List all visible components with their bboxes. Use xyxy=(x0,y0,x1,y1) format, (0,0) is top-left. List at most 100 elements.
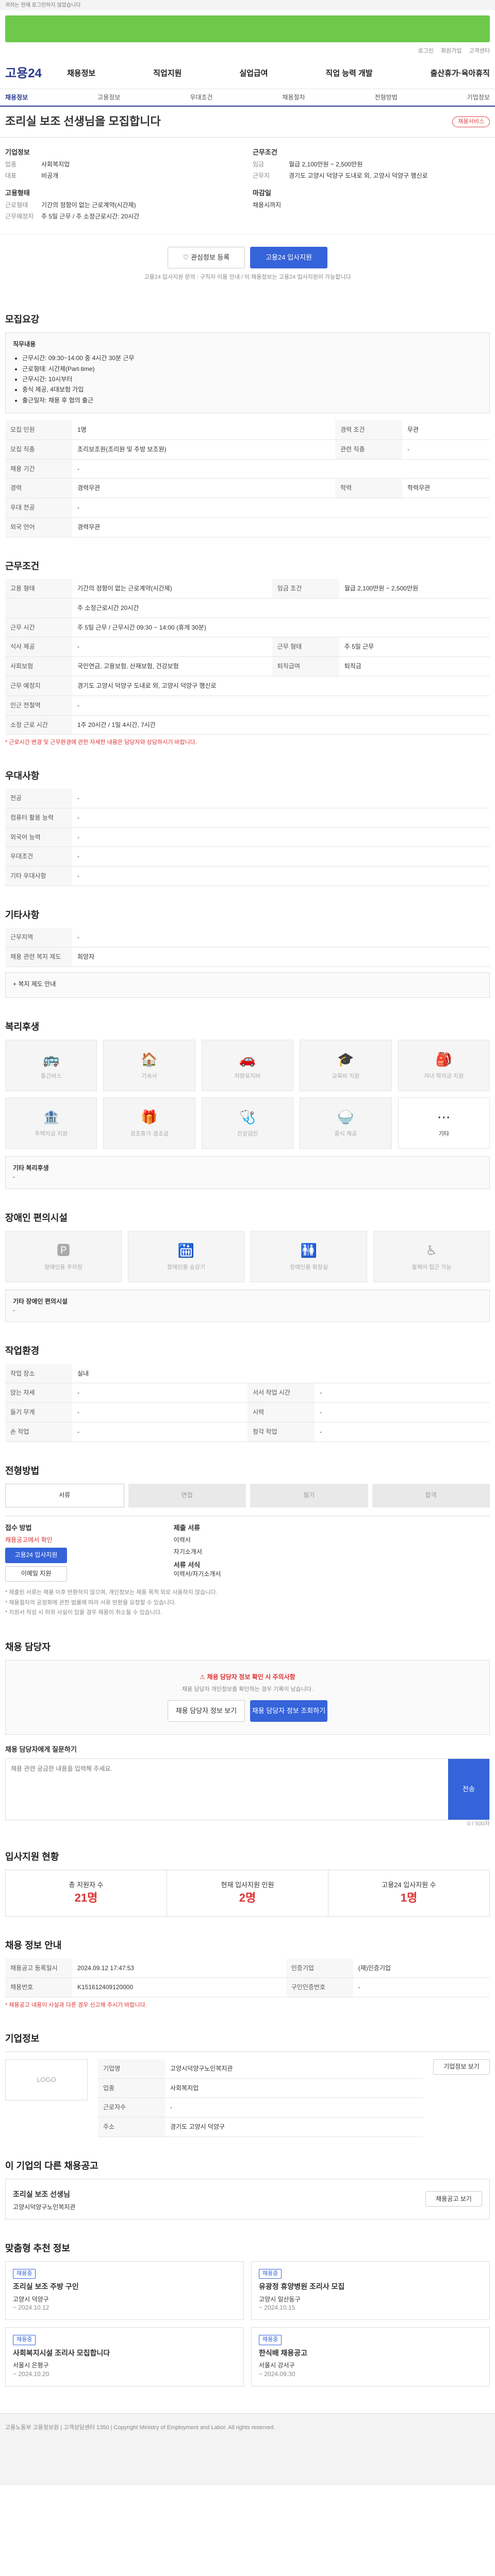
company-info-button[interactable]: 기업정보 보기 xyxy=(433,2059,490,2075)
disabled-item: 🅿 장애인용 주차장 xyxy=(5,1230,122,1282)
table-row: 기타 우대사항 - xyxy=(5,866,490,886)
inquiry-input[interactable] xyxy=(6,1758,448,1820)
kv-key: 업종 xyxy=(5,161,17,168)
row-value: 1주 20시간 / 1일 4시간, 7시간 xyxy=(72,715,490,735)
contact-check-button[interactable]: 채용 담당자 정보 보기 xyxy=(168,1700,245,1722)
tab-prefer[interactable]: 우대조건 xyxy=(190,93,212,102)
site-logo[interactable]: 고용24 xyxy=(5,65,67,82)
status-badge: 채용서비스 xyxy=(452,116,490,128)
similar-view-button[interactable]: 채용공고 보기 xyxy=(425,2191,482,2207)
status-badge: 채용중 xyxy=(13,2268,36,2279)
recommend-card[interactable]: 채용중유광정 휴양병원 조리사 모집고양시 일산동구 ~ 2024.10.15 xyxy=(251,2261,490,2320)
promo-banner[interactable] xyxy=(5,15,490,42)
duty-label: 직무내용 xyxy=(13,341,36,348)
row-value: 주 소정근로시간 20시간 xyxy=(72,598,490,618)
contact-buttons: 채용 담당자 정보 보기 채용 담당자 정보 조회하기 xyxy=(18,1700,477,1722)
menu-training[interactable]: 직업 능력 개발 xyxy=(325,68,372,79)
tab-company[interactable]: 기업정보 xyxy=(467,93,490,102)
docs-value-2: 자기소개서 xyxy=(173,1548,202,1555)
row-label: 임금 조건 xyxy=(272,579,339,599)
list-item: 근무시간: 09:30~14:00 중 4시간 30분 근무 xyxy=(22,353,482,363)
recommend-card[interactable]: 채용중 조리실 보조 주방 구인 고양시 덕양구 ~ 2024.10.12 xyxy=(5,2261,244,2320)
welfare-item: 🎁 경조휴가·경조금 xyxy=(103,1097,195,1149)
docs-label: 제출 서류 xyxy=(173,1523,201,1532)
row-value: 주 5일 근무 / 근무시간 09:30 ~ 14:00 (휴게 30분) xyxy=(72,618,490,638)
job-summary: 기업정보 업종 사회복지업 대표 비공개 고용형태 근로형태 기간의 정함이 없는 근… xyxy=(0,138,495,234)
apply-button[interactable]: 고용24 입사지원 xyxy=(250,246,327,268)
welfare-icon: 🎁 xyxy=(141,1109,158,1125)
recommend-card[interactable]: 채용중 한식배 채용공고 서울시 강서구 ~ 2024.09.30 xyxy=(251,2327,490,2386)
other-table: 근무지역 - 채용 관련 복지 제도 희망자 xyxy=(5,928,490,967)
card-deadline: ~ 2024.10.15 xyxy=(259,2304,295,2312)
welfare-label: 기숙사 xyxy=(141,1073,157,1080)
facility-icon: ♿ xyxy=(425,1242,438,1258)
stat-label: 현재 입사지원 인원 xyxy=(221,1881,274,1889)
welfare-icon: 🚌 xyxy=(43,1052,60,1067)
process-heading: 전형방법 xyxy=(5,1465,40,1476)
contact-alert-desc: 채용 담당자 개인정보를 확인하는 경우 기록이 남습니다. xyxy=(182,1686,314,1693)
recommend-section: 맞춤형 추천 정보 채용중 조리실 보조 주방 구인 고양시 덕양구 ~ 2024.1… xyxy=(5,2231,490,2398)
kv-key: 근무예정지 xyxy=(5,212,34,220)
login-link[interactable]: 로그인 xyxy=(418,47,434,55)
contact-view-button[interactable]: 채용 담당자 정보 조회하기 xyxy=(250,1700,327,1722)
method-label: 접수 방법 xyxy=(5,1523,32,1532)
help-link[interactable]: 고객센터 xyxy=(469,47,490,55)
row-label: 식사 제공 xyxy=(5,637,72,657)
row-value: - xyxy=(315,1383,490,1403)
tab-recruit[interactable]: 채용정보 xyxy=(5,93,28,102)
card-title: 조리실 보조 주방 구인 xyxy=(13,2282,79,2291)
other-more[interactable]: + 복지 제도 안내 xyxy=(5,972,490,998)
docs-value-1: 이력서 xyxy=(173,1536,191,1544)
tab-process[interactable]: 채용절차 xyxy=(282,93,305,102)
stat-value: 21명 xyxy=(74,1891,98,1904)
stat-label: 총 지원자 수 xyxy=(69,1881,104,1889)
similar-card[interactable]: 조리실 보조 선생님 고양시덕양구노인복지관 채용공고 보기 xyxy=(5,2179,490,2219)
row-value: 학력무관 xyxy=(402,478,490,499)
tab-method[interactable]: 전형방법 xyxy=(375,93,398,102)
recruit-table: 모집 인원 1명 경력 조건 무관 모집 직종 조리보조원(조리원 및 주방 보조원) 관련… xyxy=(5,420,490,537)
row-value: - xyxy=(72,459,490,479)
interest-button[interactable]: ♡ 관심정보 등록 xyxy=(168,246,245,268)
kv-value: 월급 2,100만원 ~ 2,500만원 xyxy=(289,161,363,168)
menu-leave[interactable]: 출산휴가·육아휴직 xyxy=(431,68,490,79)
row-value: 경기도 고양시 덕양구 xyxy=(165,2117,423,2137)
recommend-card[interactable]: 채용중 사회복지시설 조리사 모집합니다 서울시 은평구 ~ 2024.10.20 xyxy=(5,2327,244,2386)
table-row: 작업 장소 실내 xyxy=(5,1364,490,1384)
kv-key: 임금 xyxy=(253,161,265,168)
sub-nav: 채용정보 고용정보 우대조건 채용절차 전형방법 기업정보 xyxy=(0,89,495,107)
card-company: 서울시 강서구 xyxy=(259,2362,295,2369)
row-value: - xyxy=(353,1977,490,1998)
form-label: 서류 서식 xyxy=(173,1561,201,1569)
method-value: 채용공고에서 확인 xyxy=(5,1536,53,1544)
row-label: 근무 형태 xyxy=(272,637,339,657)
signup-link[interactable]: 회원가입 xyxy=(441,47,461,55)
prefer-heading: 우대사항 xyxy=(5,770,40,781)
card-company: 고양시 일산동구 xyxy=(259,2295,301,2303)
tab-employment[interactable]: 고용정보 xyxy=(97,93,120,102)
status-badge: 채용중 xyxy=(259,2268,282,2279)
welfare-item: 🚗 차량유지비 xyxy=(201,1039,294,1091)
send-button[interactable]: 전송 xyxy=(448,1758,489,1820)
status-badge: 채용중 xyxy=(13,2335,36,2345)
email-apply-button[interactable]: 이메일 지원 xyxy=(5,1566,67,1582)
card-title: 유광정 휴양병원 조리사 모집 xyxy=(259,2282,345,2291)
company-box: LOGO 기업명 고양시덕양구노인복지관 업종 사회복지업 근로자수 - 주소 경기도 고양시… xyxy=(5,2051,490,2137)
stat-total: 총 지원자 수 21명 xyxy=(6,1870,167,1917)
disabled-grid: 🅿 장애인용 주차장 🛗 장애인용 승강기 🚻 장애인용 화장실 ♿ 휠체어 접근 가능 xyxy=(5,1230,490,1282)
menu-benefit[interactable]: 실업급여 xyxy=(239,68,268,79)
other-more-label: + 복지 제도 안내 xyxy=(13,980,56,988)
company-logo: LOGO xyxy=(5,2059,88,2100)
menu-support[interactable]: 직업지원 xyxy=(153,68,182,79)
similar-heading: 이 기업의 다른 채용공고 xyxy=(5,2160,98,2171)
env-table: 작업 장소 실내 앉는 자세 - 서서 작업 시간 - 들기 무게 - 시력 - 손 작업 - 청각 작… xyxy=(5,1364,490,1442)
table-row: 근무 시간 주 5일 근무 / 근무시간 09:30 ~ 14:00 (휴게 30… xyxy=(5,618,490,638)
similar-section: 이 기업의 다른 채용공고 조리실 보조 선생님 고양시덕양구노인복지관 채용공고… xyxy=(5,2148,490,2231)
process-detail: 접수 방법 채용공고에서 확인 고용24 입사지원 이메일 지원 제출 서류 이… xyxy=(5,1515,490,1582)
row-label xyxy=(5,598,72,618)
interest-label: 관심정보 등록 xyxy=(190,253,230,261)
process-apply-button[interactable]: 고용24 입사지원 xyxy=(5,1547,67,1563)
gnb-menu: 채용정보 직업지원 실업급여 직업 능력 개발 출산휴가·육아휴직 xyxy=(67,68,490,79)
welfare-label: 주택자금 지원 xyxy=(35,1131,68,1138)
menu-jobs[interactable]: 채용정보 xyxy=(67,68,95,79)
table-row: 외국어 능력 - xyxy=(5,827,490,848)
